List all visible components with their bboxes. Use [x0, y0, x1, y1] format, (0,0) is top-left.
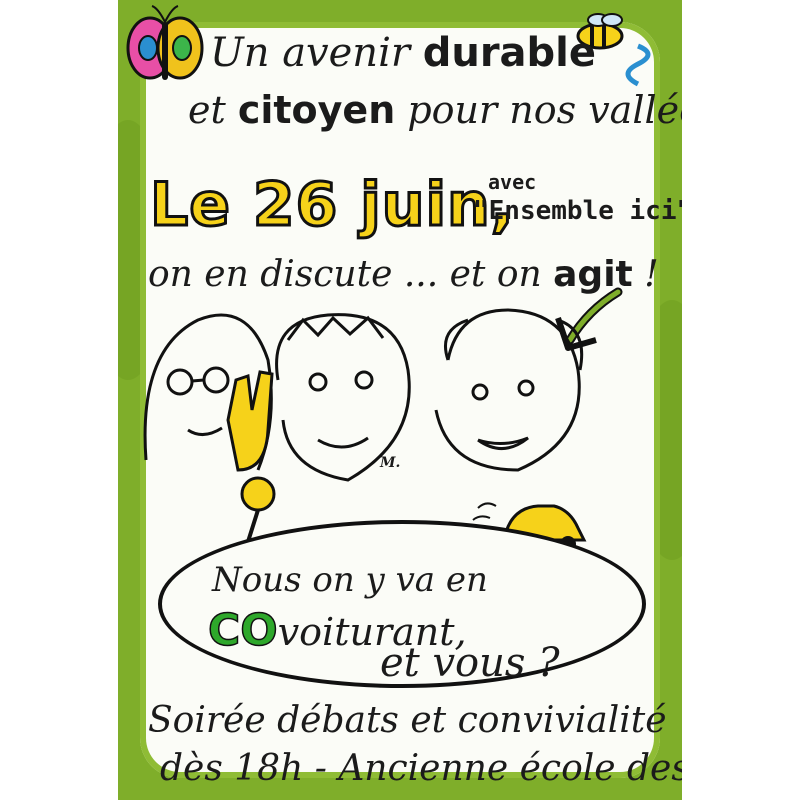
discussion-line: on en discute ... et on agit ! — [148, 254, 659, 295]
wave-icon — [625, 43, 651, 87]
bubble-line-3: et vous ? — [380, 640, 560, 686]
footer-line-1: Soirée débats et convivialité — [148, 700, 667, 741]
co-highlight: CO — [207, 604, 278, 657]
headline-line-1: Un avenir durable — [210, 30, 597, 76]
organization-name: "Ensemble ici" — [473, 196, 682, 226]
headline-line-2: et citoyen pour nos vallées ? — [188, 88, 682, 132]
butterfly-icon — [126, 5, 204, 80]
key-icon — [226, 370, 276, 561]
avec-label: avec — [488, 170, 537, 194]
bubble-line-1: Nous on y va en — [212, 560, 488, 600]
poster: Un avenir durable et citoyen pour nos va… — [118, 0, 682, 800]
artist-signature: M. — [380, 455, 401, 471]
person-woman-curly — [434, 308, 584, 472]
event-date: Le 26 juin, — [149, 169, 516, 242]
footer-line-2: dès 18h - Ancienne école des Pilles — [160, 748, 682, 789]
